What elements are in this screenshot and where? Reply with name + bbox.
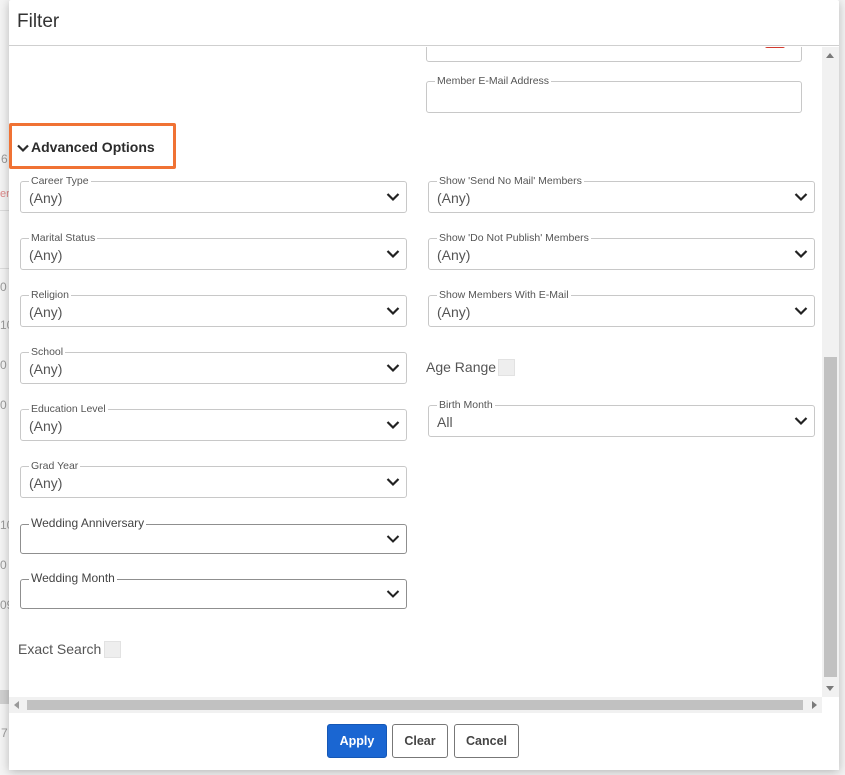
chevron-down-icon	[794, 193, 808, 202]
select-label: Grad Year	[29, 460, 81, 472]
cancel-button[interactable]: Cancel	[454, 724, 519, 758]
select-value: (Any)	[437, 247, 471, 263]
select-label: Show Members With E-Mail	[437, 289, 571, 301]
select-value: (Any)	[29, 475, 63, 491]
scrollbar-thumb[interactable]	[27, 700, 803, 710]
bg-fragment: 7	[1, 726, 8, 740]
select-value: (Any)	[29, 361, 63, 377]
chevron-down-icon	[386, 421, 400, 430]
apply-button[interactable]: Apply	[327, 724, 387, 758]
chevron-down-icon	[386, 535, 400, 543]
select-value: (Any)	[29, 418, 63, 434]
select-label: Education Level	[29, 403, 108, 415]
dialog-title: Filter	[17, 11, 60, 32]
chevron-down-icon	[794, 250, 808, 259]
marital-status-select[interactable]: Marital Status (Any)	[20, 232, 407, 270]
dialog-header: Filter	[9, 0, 839, 46]
select-value: (Any)	[437, 190, 471, 206]
select-value: (Any)	[437, 304, 471, 320]
calendar-icon[interactable]	[765, 47, 785, 48]
select-label: Wedding Anniversary	[29, 516, 147, 530]
birth-month-select[interactable]: Birth Month All	[428, 399, 815, 437]
chevron-down-icon	[17, 144, 29, 152]
select-label: Marital Status	[29, 232, 98, 244]
age-range-checkbox[interactable]	[498, 359, 515, 376]
select-label: Show 'Do Not Publish' Members	[437, 232, 591, 244]
chevron-down-icon	[386, 307, 400, 316]
select-value: (Any)	[29, 190, 63, 206]
school-select[interactable]: School (Any)	[20, 346, 407, 384]
age-range-label: Age Range	[426, 359, 497, 375]
send-no-mail-select[interactable]: Show 'Send No Mail' Members (Any)	[428, 175, 815, 213]
chevron-down-icon	[386, 364, 400, 373]
chevron-down-icon	[386, 590, 400, 598]
career-type-select[interactable]: Career Type (Any)	[20, 175, 407, 213]
member-email-label: Member E-Mail Address	[435, 75, 552, 87]
select-label: Religion	[29, 289, 71, 301]
select-label: Birth Month	[437, 399, 495, 411]
do-not-publish-select[interactable]: Show 'Do Not Publish' Members (Any)	[428, 232, 815, 270]
filter-scroll-area[interactable]: Member E-Mail Address Advanced Options C…	[9, 47, 839, 697]
select-value: All	[437, 414, 453, 430]
wedding-anniversary-select[interactable]: Wedding Anniversary	[20, 517, 407, 554]
chevron-down-icon	[794, 307, 808, 316]
select-label: School	[29, 346, 66, 358]
scroll-down-arrow-icon[interactable]	[826, 686, 834, 691]
religion-select[interactable]: Religion (Any)	[20, 289, 407, 327]
vertical-scrollbar[interactable]	[822, 47, 839, 697]
chevron-down-icon	[794, 417, 808, 426]
select-value: (Any)	[29, 247, 63, 263]
scrollbar-thumb[interactable]	[824, 357, 837, 677]
exact-search-label: Exact Search	[18, 641, 102, 657]
bg-fragment: 0	[0, 398, 7, 412]
filter-dialog: Filter Member E-Mail Address Advanced Op…	[9, 0, 839, 770]
exact-search-checkbox[interactable]	[104, 641, 121, 658]
education-level-select[interactable]: Education Level (Any)	[20, 403, 407, 441]
horizontal-scrollbar[interactable]	[9, 697, 822, 713]
bg-fragment: 0	[0, 280, 7, 294]
scroll-right-arrow-icon[interactable]	[812, 701, 817, 709]
advanced-options-toggle[interactable]: Advanced Options	[17, 139, 155, 155]
bg-fragment: 0	[0, 358, 7, 372]
chevron-down-icon	[386, 250, 400, 259]
bg-fragment: 0	[0, 558, 7, 572]
advanced-options-label: Advanced Options	[31, 139, 155, 155]
select-label: Wedding Month	[29, 571, 117, 585]
partial-top-field[interactable]	[426, 47, 802, 62]
clear-button[interactable]: Clear	[392, 724, 448, 758]
select-label: Show 'Send No Mail' Members	[437, 175, 584, 187]
chevron-down-icon	[386, 193, 400, 202]
member-email-field[interactable]: Member E-Mail Address	[426, 75, 802, 113]
scroll-left-arrow-icon[interactable]	[14, 701, 19, 709]
wedding-month-select[interactable]: Wedding Month	[20, 572, 407, 609]
bg-fragment: 6	[1, 152, 8, 166]
members-with-email-select[interactable]: Show Members With E-Mail (Any)	[428, 289, 815, 327]
select-value: (Any)	[29, 304, 63, 320]
dialog-footer: Apply Clear Cancel	[9, 713, 839, 770]
select-label: Career Type	[29, 175, 91, 187]
scroll-up-arrow-icon[interactable]	[826, 53, 834, 58]
grad-year-select[interactable]: Grad Year (Any)	[20, 460, 407, 498]
chevron-down-icon	[386, 478, 400, 487]
